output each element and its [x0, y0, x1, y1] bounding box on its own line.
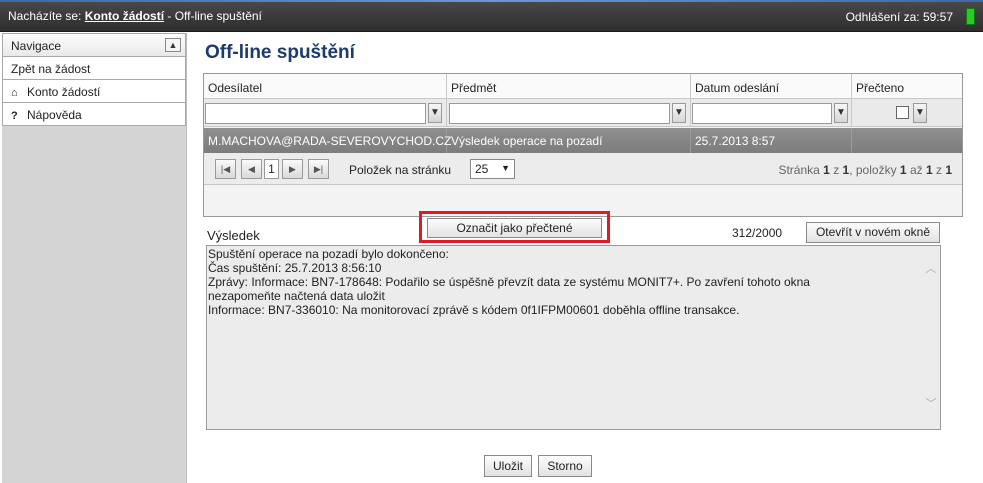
save-button[interactable]: Uložit — [484, 455, 532, 477]
breadcrumb-prefix: Nacházíte se: — [8, 9, 82, 23]
pager-info-number: 1 — [945, 163, 952, 177]
filter-cell-date: ▼ — [691, 99, 852, 127]
result-line: Spuštění operace na pozadí bylo dokončen… — [208, 247, 449, 261]
result-label: Výsledek — [207, 228, 260, 243]
chevron-down-icon: ▼ — [501, 163, 510, 173]
column-header-date[interactable]: Datum odeslání — [691, 74, 852, 99]
pager-info-text: až — [906, 163, 926, 177]
top-accent-line — [0, 0, 983, 2]
page-size-select[interactable]: 25 ▼ — [470, 159, 515, 179]
filter-cell-sender: ▼ — [204, 99, 447, 127]
first-page-icon[interactable]: |◀ — [215, 159, 236, 179]
character-counter: 312/2000 — [732, 226, 783, 240]
filter-icon[interactable]: ▼ — [834, 103, 848, 123]
column-header-sender[interactable]: Odesílatel — [204, 74, 447, 99]
result-line: nezapomeňte načtená data uložit — [208, 289, 385, 303]
filter-icon[interactable]: ▼ — [672, 103, 686, 123]
main-content: Off-line spuštění Odesílatel Předmět Dat… — [187, 33, 983, 483]
grid-header: Odesílatel Předmět Datum odeslání Přečte… — [204, 74, 962, 99]
collapse-icon[interactable]: ▲ — [165, 38, 181, 52]
breadcrumb: Nacházíte se: Konto žádostí - Off-line s… — [8, 9, 262, 23]
logout-timer: Odhlášení za: 59:57 — [845, 10, 953, 24]
filter-cell-subject: ▼ — [447, 99, 691, 127]
page-size-value: 25 — [475, 162, 489, 176]
pager-info-text: , položky — [849, 163, 900, 177]
next-page-icon[interactable]: ▶ — [282, 159, 303, 179]
cancel-button[interactable]: Storno — [538, 455, 592, 477]
sidebar-title: Navigace — [11, 39, 62, 53]
highlight-box: Označit jako přečtené — [419, 211, 610, 243]
sidebar-item-napoveda[interactable]: ? Nápověda — [2, 103, 186, 126]
filter-cell-read: ▼ — [852, 99, 962, 127]
table-row[interactable]: M.MACHOVA@RADA-SEVEROVYCHOD.CZ Výsledek … — [204, 128, 962, 153]
breadcrumb-current: - Off-line spuštění — [164, 9, 262, 23]
current-page-number[interactable]: 1 — [264, 159, 279, 179]
scroll-down-icon[interactable]: ﹀ — [924, 397, 938, 411]
sidebar-item-konto[interactable]: ⌂ Konto žádostí — [2, 80, 186, 103]
sidebar: Navigace ▲ Zpět na žádost ⌂ Konto žádostí… — [2, 33, 187, 483]
home-icon: ⌂ — [11, 87, 18, 99]
breadcrumb-link-konto[interactable]: Konto žádostí — [85, 9, 164, 23]
cell-sender: M.MACHOVA@RADA-SEVEROVYCHOD.CZ — [204, 128, 451, 153]
filter-icon[interactable]: ▼ — [428, 103, 442, 123]
pager-info-text: z — [932, 163, 946, 177]
filter-icon[interactable]: ▼ — [913, 103, 927, 123]
result-line: Čas spuštění: 25.7.2013 8:56:10 — [208, 261, 382, 275]
cell-subject: Výsledek operace na pozadí — [447, 128, 691, 153]
subject-filter-input[interactable] — [449, 103, 670, 124]
open-new-window-button[interactable]: Otevřít v novém okně — [806, 222, 940, 243]
scroll-up-icon[interactable]: ︿ — [924, 262, 938, 276]
sender-filter-input[interactable] — [205, 103, 426, 124]
pager-info-number: 1 — [823, 163, 830, 177]
column-header-read[interactable]: Přečteno — [852, 74, 962, 99]
pager: |◀ ◀ 1 ▶ ▶| Položek na stránku 25 ▼ Strá… — [204, 153, 962, 185]
sidebar-item-zpet[interactable]: Zpět na žádost — [2, 57, 186, 80]
read-filter-checkbox[interactable] — [896, 106, 909, 119]
column-header-subject[interactable]: Předmět — [447, 74, 691, 99]
page-size-label: Položek na stránku — [349, 163, 452, 177]
pager-info-text: z — [829, 163, 843, 177]
filter-row: ▼ ▼ ▼ ▼ — [204, 99, 962, 127]
pager-info-text: Stránka — [778, 163, 824, 177]
result-line: Informace: BN7-336010: Na monitorovací z… — [208, 303, 740, 317]
pager-info: Stránka 1 z 1, položky 1 až 1 z 1 — [778, 163, 952, 177]
last-page-icon[interactable]: ▶| — [308, 159, 329, 179]
sidebar-item-label: Konto žádostí — [27, 85, 101, 99]
page-title: Off-line spuštění — [205, 42, 355, 63]
cell-read — [852, 128, 962, 153]
session-status-indicator — [966, 8, 975, 25]
sidebar-header: Navigace ▲ — [2, 33, 186, 57]
question-icon: ? — [11, 110, 18, 122]
mark-as-read-button[interactable]: Označit jako přečtené — [427, 218, 602, 238]
result-textarea[interactable]: Spuštění operace na pozadí bylo dokončen… — [206, 245, 941, 430]
date-filter-input[interactable] — [692, 103, 832, 124]
pager-info-number: 1 — [925, 163, 933, 177]
top-bar: Nacházíte se: Konto žádostí - Off-line s… — [0, 0, 983, 32]
messages-grid: Odesílatel Předmět Datum odeslání Přečte… — [203, 73, 963, 217]
sidebar-item-label: Zpět na žádost — [11, 62, 91, 76]
sidebar-item-label: Nápověda — [27, 108, 82, 122]
result-line: Zprávy: Informace: BN7-178648: Podařilo … — [208, 275, 810, 289]
cell-date: 25.7.2013 8:57 — [691, 128, 852, 153]
pager-info-number: 1 — [899, 163, 907, 177]
prev-page-icon[interactable]: ◀ — [241, 159, 262, 179]
